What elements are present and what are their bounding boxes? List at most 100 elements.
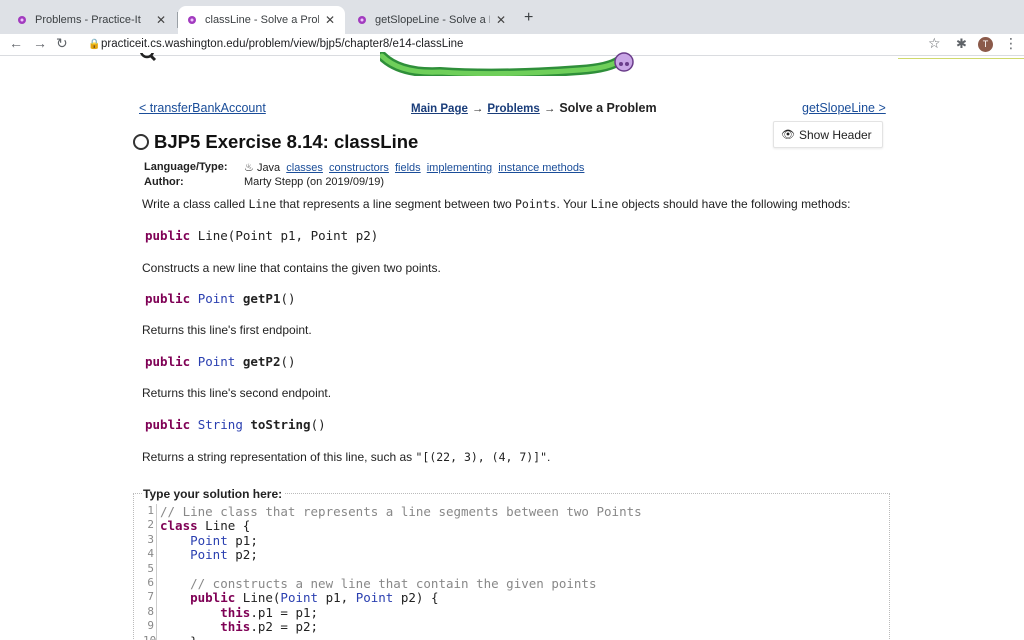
line-number: 5 xyxy=(147,561,154,575)
tab-problems[interactable]: Problems - Practice-It ✕ xyxy=(8,6,176,34)
close-icon[interactable]: ✕ xyxy=(323,13,337,27)
method-params: (Point p1, Point p2) xyxy=(227,228,379,243)
tag-constructors[interactable]: constructors xyxy=(329,162,389,174)
method-params: () xyxy=(280,291,296,306)
reload-icon[interactable]: ↻ xyxy=(56,35,68,52)
method-name: Line xyxy=(197,228,228,243)
author-value: Marty Stepp (on 2019/09/19) xyxy=(244,176,385,188)
code-text[interactable]: Point p2; xyxy=(160,547,258,562)
method-signature-constructor: public Line(Point p1, Point p2) xyxy=(145,228,378,243)
line-number: 8 xyxy=(147,604,154,618)
keyword: public xyxy=(145,354,191,369)
intro-text: Write a class called xyxy=(142,197,249,211)
keyword: public xyxy=(145,417,191,432)
page-title: BJP5 Exercise 8.14: classLine xyxy=(154,131,419,152)
method-params: () xyxy=(280,354,296,369)
prev-problem-link[interactable]: < transferBankAccount xyxy=(139,101,266,115)
breadcrumb-arrow: → xyxy=(543,103,556,115)
intro-text: objects should have the following method… xyxy=(618,197,851,211)
tostring-example: "[(22, 3), (4, 7)]" xyxy=(415,450,548,464)
header-accent-line xyxy=(898,58,1024,59)
code-text[interactable]: class Line { xyxy=(160,518,250,533)
code-text[interactable]: Point p1; xyxy=(160,533,258,548)
line-number: 1 xyxy=(147,504,154,517)
code-text[interactable]: } xyxy=(160,634,198,640)
back-icon[interactable]: ← xyxy=(9,35,23,51)
bookmark-star-icon[interactable]: ☆ xyxy=(928,35,941,52)
prev-problem-nav: < transferBankAccount xyxy=(139,101,266,115)
return-type: Point xyxy=(197,291,236,306)
language-name: Java xyxy=(256,162,281,174)
problem-intro: Write a class called Line that represent… xyxy=(142,197,850,211)
eye-icon: 👁 xyxy=(781,129,795,141)
tab-classline[interactable]: classLine - Solve a Problem - P ✕ xyxy=(178,6,345,34)
method-description: Returns this line's first endpoint. xyxy=(142,323,312,337)
profile-avatar[interactable]: T xyxy=(978,37,993,52)
tag-fields[interactable]: fields xyxy=(395,162,421,174)
keyword: public xyxy=(145,228,191,243)
sentence-end: . xyxy=(547,450,551,464)
breadcrumb-main-page[interactable]: Main Page xyxy=(411,103,468,115)
intro-code: Points xyxy=(515,197,557,211)
lock-icon: 🔒 xyxy=(88,39,101,50)
next-problem-nav: getSlopeLine > xyxy=(802,101,886,115)
language-label: Language/Type: xyxy=(144,161,228,173)
close-icon[interactable]: ✕ xyxy=(154,13,168,27)
line-number: 4 xyxy=(147,547,154,561)
method-name: getP1 xyxy=(242,291,281,306)
return-type: String xyxy=(197,417,243,432)
tab-getslopeline[interactable]: getSlopeLine - Solve a Problem ✕ xyxy=(348,6,516,34)
return-type: Point xyxy=(197,354,236,369)
breadcrumb-arrow: → xyxy=(471,103,484,115)
method-description: Returns a string representation of this … xyxy=(142,450,550,464)
line-number: 10 xyxy=(143,634,156,640)
line-number: 6 xyxy=(147,576,154,589)
next-problem-link[interactable]: getSlopeLine > xyxy=(802,101,886,115)
close-icon[interactable]: ✕ xyxy=(494,13,508,27)
practiceit-logo[interactable] xyxy=(380,52,640,76)
show-header-button[interactable]: 👁 Show Header xyxy=(773,121,883,148)
extensions-icon[interactable]: ✱ xyxy=(956,36,967,52)
code-text[interactable]: this.p1 = p1; xyxy=(160,605,318,620)
tag-instance-methods[interactable]: instance methods xyxy=(498,162,584,174)
intro-code: Line xyxy=(248,197,277,211)
method-signature-getp1: public Point getP1() xyxy=(145,291,296,306)
solution-label: Type your solution here: xyxy=(143,487,286,501)
keyword: public xyxy=(145,291,191,306)
intro-text: that represents a line segment between t… xyxy=(276,197,515,211)
forward-icon[interactable]: → xyxy=(33,35,47,51)
method-name: getP2 xyxy=(242,354,281,369)
java-icon: ♨ xyxy=(244,162,254,174)
practiceit-favicon-icon xyxy=(18,16,26,24)
code-text[interactable]: // Line class that represents a line seg… xyxy=(160,504,642,519)
search-icon[interactable] xyxy=(134,52,162,64)
problem-heading: BJP5 Exercise 8.14: classLine xyxy=(133,131,418,153)
method-description: Constructs a new line that contains the … xyxy=(142,261,441,275)
method-signature-tostring: public String toString() xyxy=(145,417,326,432)
new-tab-icon[interactable]: + xyxy=(524,9,533,27)
method-description-text: Returns a string representation of this … xyxy=(142,450,413,464)
code-text[interactable]: this.p2 = p2; xyxy=(160,619,318,634)
language-value: ♨ Java classes constructors fields imple… xyxy=(244,161,584,174)
address-bar[interactable]: practiceit.cs.washington.edu/problem/vie… xyxy=(101,38,463,50)
code-editor[interactable]: 1 // Line class that represents a line se… xyxy=(143,504,883,640)
method-params: () xyxy=(310,417,326,432)
line-number: 2 xyxy=(147,518,154,532)
intro-code: Line xyxy=(590,197,619,211)
browser-menu-icon[interactable]: ⋮ xyxy=(1004,35,1018,52)
show-header-label: Show Header xyxy=(798,127,872,142)
code-text[interactable]: public Line(Point p1, Point p2) { xyxy=(160,590,438,605)
intro-text: . Your xyxy=(556,197,591,211)
line-number: 7 xyxy=(147,590,154,604)
practiceit-favicon-icon xyxy=(188,16,196,24)
tab-title: Problems - Practice-It xyxy=(35,14,141,26)
practiceit-favicon-icon xyxy=(358,16,366,24)
tab-title: classLine - Solve a Problem - P xyxy=(205,14,319,26)
browser-tab-bar: Problems - Practice-It ✕ classLine - Sol… xyxy=(0,0,1024,34)
breadcrumb-problems[interactable]: Problems xyxy=(487,103,539,115)
tag-classes[interactable]: classes xyxy=(286,162,323,174)
method-description: Returns this line's second endpoint. xyxy=(142,386,332,400)
tag-implementing[interactable]: implementing xyxy=(427,162,492,174)
code-text[interactable]: // constructs a new line that contain th… xyxy=(160,576,596,591)
breadcrumb: Main Page → Problems → Solve a Problem xyxy=(411,101,657,115)
